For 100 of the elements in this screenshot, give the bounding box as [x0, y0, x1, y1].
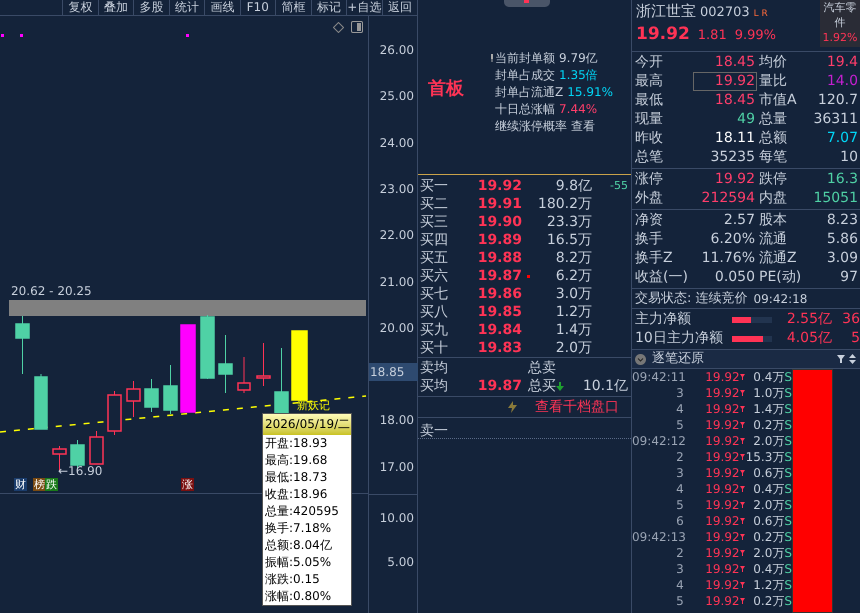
- candle: [237, 356, 251, 394]
- buy-average-price: 19.87: [476, 377, 522, 395]
- tick-volume: 0.4万: [752, 481, 784, 497]
- total-buy-value: 10.1亿: [582, 377, 629, 395]
- tick-price: 19.92: [704, 401, 740, 417]
- bid-level-label: 买二: [419, 195, 449, 213]
- stat-value: 11.76%: [700, 249, 756, 268]
- pin-icon: [490, 54, 494, 62]
- tick-volume: 15.3万: [744, 449, 784, 465]
- tab-handle-icon[interactable]: [504, 0, 550, 7]
- stat-label: 涨停: [635, 171, 664, 188]
- sort-icon[interactable]: [849, 354, 856, 364]
- candle: [126, 380, 141, 418]
- price-axis-label: 17.00: [380, 460, 414, 474]
- tooltip-row-text: 总额:8.04亿: [264, 537, 333, 554]
- tick-side: S: [784, 497, 792, 513]
- price-axis-label: 18.00: [380, 413, 414, 428]
- tick-volume: 1.2万: [752, 577, 784, 593]
- bid-volume: 180.2万: [536, 195, 592, 213]
- tick-price: 19.92: [704, 497, 740, 513]
- tick-time: 2: [675, 545, 684, 561]
- toolbar-button[interactable]: 叠加: [98, 0, 133, 15]
- sector-tag[interactable]: 汽车零 件 1.92%: [820, 0, 860, 47]
- stat-label: 跌停: [758, 171, 788, 188]
- stock-flags: L R: [754, 8, 768, 21]
- tick-volume: 1.4万: [752, 401, 784, 417]
- volume-axis-label: 10.00: [380, 511, 414, 525]
- filter-icon[interactable]: [837, 355, 845, 363]
- event-marker[interactable]: 跌: [45, 478, 58, 491]
- tick-side: S: [784, 449, 792, 465]
- toolbar-button[interactable]: 标记: [310, 0, 346, 15]
- candle: [34, 374, 48, 430]
- toolbar-button[interactable]: +自选: [346, 0, 382, 15]
- stat-value: 97: [839, 268, 859, 287]
- event-marker[interactable]: 财: [14, 478, 27, 491]
- price-axis-label: 23.00: [380, 182, 414, 196]
- tick-volume: 0.2万: [752, 593, 784, 609]
- stat-value: 0.050: [714, 268, 756, 287]
- toolbar-button[interactable]: 简框: [275, 0, 310, 15]
- toolbar-button[interactable]: 返回: [382, 0, 417, 15]
- collapse-icon[interactable]: [635, 354, 646, 364]
- current-price-tag: 18.85: [369, 363, 418, 381]
- price-axis-label: 24.00: [380, 136, 414, 150]
- stat-value: 19.92: [693, 72, 757, 91]
- tooltip-row-text: 涨幅:0.80%: [264, 588, 332, 605]
- price-axis-label: 21.00: [380, 274, 414, 288]
- stat-label: 换手Z: [635, 250, 674, 267]
- candle: [89, 430, 104, 465]
- bid-price: 19.88: [476, 249, 522, 267]
- sell-average-label: 卖均: [419, 359, 449, 377]
- bid-volume: 1.2万: [554, 303, 592, 321]
- toolbar-button[interactable]: 画线: [204, 0, 240, 15]
- tick-volume: 2.0万: [752, 497, 784, 513]
- diamond-icon[interactable]: [333, 22, 344, 33]
- tick-time: 4: [675, 577, 684, 593]
- stat-value: 49: [736, 110, 756, 129]
- total-buy-label: 总买: [528, 377, 556, 395]
- price-percent: 9.99%: [734, 27, 776, 45]
- bid-level-label: 买三: [419, 213, 449, 231]
- price-change: 1.81: [698, 27, 727, 45]
- tick-price: 19.92: [704, 545, 740, 561]
- tooltip-date: 2026/05/19/二: [263, 414, 351, 435]
- event-marker[interactable]: 涨: [181, 478, 194, 491]
- tick-side: S: [784, 369, 792, 385]
- bid-price: 19.92: [476, 177, 522, 195]
- tick-side: S: [784, 561, 792, 577]
- stat-value: 212594: [700, 189, 756, 208]
- seal-label: 当前封单额: [495, 50, 555, 66]
- status-time: 09:42:18: [754, 290, 808, 308]
- fund-flow-value: 5: [850, 329, 860, 348]
- tick-volume: 2.0万: [752, 545, 784, 561]
- stat-label: 每笔: [758, 149, 788, 166]
- stat-value: 7.07: [826, 129, 859, 148]
- toolbar-button[interactable]: 多股: [133, 0, 168, 15]
- toolbar-button[interactable]: 统计: [168, 0, 204, 15]
- stat-label: 收益(一): [635, 269, 689, 286]
- tick-time: 3: [675, 385, 684, 401]
- price-axis-label: 20.00: [380, 320, 414, 335]
- toolbar-button[interactable]: 复权: [62, 0, 98, 15]
- tooltip-row-text: 涨跌:0.15: [264, 571, 321, 588]
- ask-level-label: 卖一: [420, 423, 448, 439]
- panel-toggle-icon[interactable]: [351, 21, 363, 33]
- range-label: 20.62 - 20.25: [11, 284, 92, 298]
- stat-label: 总量: [758, 111, 788, 128]
- seal-label: 十日总涨幅: [495, 100, 555, 118]
- tooltip-row-text: 最低:18.73: [264, 469, 328, 486]
- toolbar-button[interactable]: F10: [240, 0, 275, 15]
- tick-time: 4: [675, 401, 684, 417]
- bid-price: 19.83: [476, 339, 522, 357]
- stat-value: 10: [839, 148, 859, 167]
- depth-link[interactable]: 查看千档盘口: [535, 396, 619, 418]
- candle: [200, 314, 215, 380]
- sector-change: 1.92%: [822, 30, 858, 45]
- seal-value[interactable]: 查看: [571, 116, 595, 134]
- event-marker[interactable]: 榜: [33, 478, 46, 491]
- sector-name: 件: [834, 15, 846, 30]
- ticks-title: 逐笔还原: [652, 350, 704, 368]
- tick-time: 4: [675, 481, 684, 497]
- tick-volume: 1.0万: [752, 385, 784, 401]
- tick-side: S: [784, 385, 792, 401]
